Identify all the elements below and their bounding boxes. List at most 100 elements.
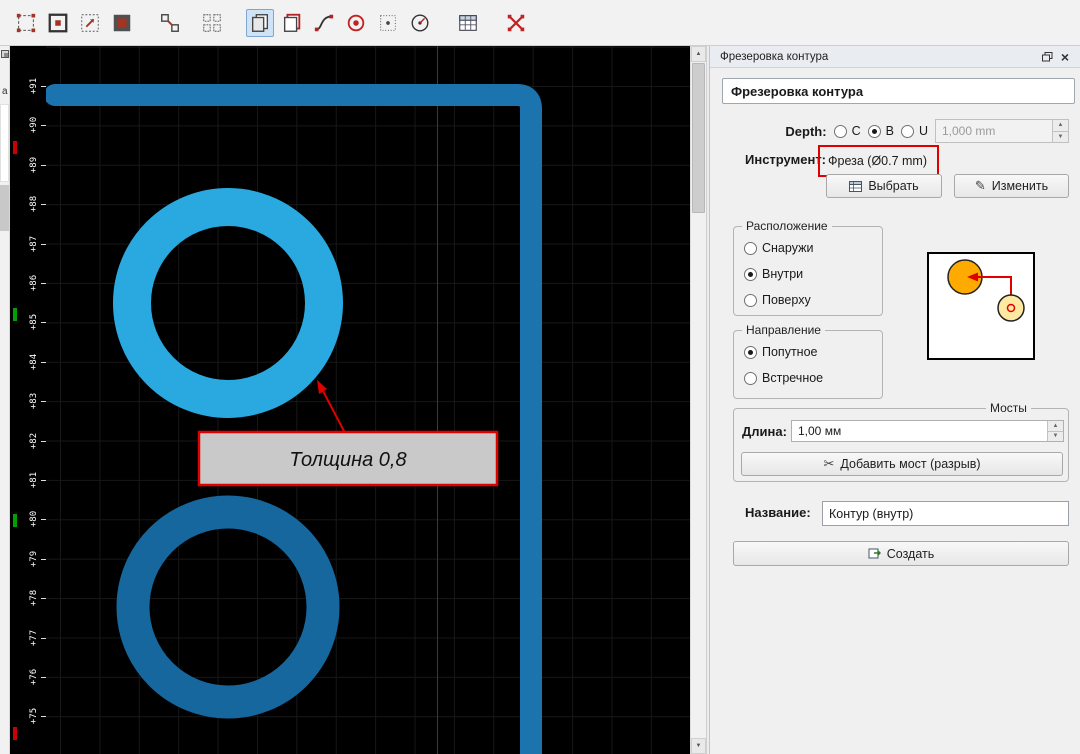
spin-up-icon[interactable]: ▲: [1053, 120, 1068, 132]
spin-up-icon[interactable]: ▲: [1048, 421, 1063, 432]
location-option-on-top[interactable]: Поверху: [744, 293, 882, 307]
copper-ring-bottom: [116, 495, 340, 719]
tool-table-icon[interactable]: [454, 9, 482, 37]
copper-ring-top: [113, 188, 343, 418]
bridge-length-spinbox[interactable]: 1,00 мм ▲ ▼: [791, 420, 1064, 442]
panel-title: Фрезеровка контура: [720, 50, 829, 63]
panelize-icon[interactable]: [198, 9, 226, 37]
name-input[interactable]: Контур (внутр): [822, 501, 1069, 526]
location-option-label: Внутри: [762, 267, 804, 281]
spin-down-icon[interactable]: ▼: [1053, 131, 1068, 142]
dock-tab-label: a: [2, 86, 8, 97]
ruler-mark: [13, 727, 17, 740]
drill-holes-icon[interactable]: [342, 9, 370, 37]
ruler-mark: [13, 514, 17, 527]
radio-icon: [744, 293, 757, 307]
depth-option-label: C: [851, 124, 861, 138]
ruler-label: +90: [29, 117, 39, 134]
depth-label: Depth:: [785, 123, 827, 139]
bridges-group-title: Мосты: [986, 401, 1031, 415]
canvas-vertical-scrollbar[interactable]: ▲ ▼: [690, 46, 706, 754]
spin-down-icon[interactable]: ▼: [1048, 431, 1063, 441]
bridge-length-value[interactable]: 1,00 мм: [792, 421, 1047, 441]
bridge-length-label: Длина:: [742, 424, 787, 439]
panel-title-bar[interactable]: Фрезеровка контура ×: [710, 46, 1080, 68]
pads-region-icon[interactable]: [374, 9, 402, 37]
location-group-title: Расположение: [742, 219, 832, 233]
contour-milling-icon[interactable]: [246, 8, 274, 37]
direction-group-title: Направление: [742, 323, 825, 337]
rubout-icon[interactable]: [406, 9, 434, 37]
scroll-down-icon[interactable]: ▼: [691, 738, 706, 754]
tool-select-button[interactable]: Выбрать: [826, 174, 942, 198]
radio-icon: [744, 371, 757, 385]
float-panel-icon[interactable]: [1038, 49, 1056, 65]
ruler-label: +86: [29, 274, 39, 292]
expand-selection-icon[interactable]: [76, 9, 104, 37]
depth-option-b[interactable]: B: [867, 124, 894, 138]
footprint-select-icon[interactable]: [12, 9, 40, 37]
location-option-inside[interactable]: Внутри: [744, 267, 882, 281]
name-value: Контур (внутр): [829, 506, 914, 521]
align-components-icon[interactable]: [156, 9, 184, 37]
invert-layer-icon[interactable]: [108, 9, 136, 37]
ruler-label: +76: [29, 668, 39, 686]
direction-option-climb[interactable]: Попутное: [744, 345, 882, 359]
operation-header: Фрезеровка контура: [722, 78, 1075, 104]
ruler-label: +91: [29, 77, 39, 95]
tool-value: Фреза (Ø0.7 mm): [828, 154, 928, 168]
depth-option-c[interactable]: C: [833, 124, 861, 138]
radio-icon: [744, 241, 757, 255]
radio-icon: [900, 124, 914, 138]
board-outline-icon[interactable]: [44, 9, 72, 37]
application-window: a +91 +90 +89 +88 +87 +86 +85 +84 +83 +82 +81 +80 +7…: [0, 0, 1080, 754]
depth-value: 1,000 mm: [942, 124, 996, 138]
ruler-label: +79: [29, 550, 39, 567]
dock-panel-icon[interactable]: [1, 50, 9, 58]
main-toolbar: [0, 0, 1080, 46]
location-groupbox: Расположение Снаружи Внутри Поверху: [733, 219, 883, 316]
spline-tool-icon[interactable]: [310, 9, 338, 37]
ruler-label: +81: [29, 471, 39, 489]
create-button[interactable]: Создать: [733, 541, 1069, 566]
canvas-ruler: +91 +90 +89 +88 +87 +86 +85 +84 +83 +82 +81 +80 +79 +…: [10, 46, 46, 754]
ruler-label: +80: [29, 511, 39, 528]
add-bridge-label: Добавить мост (разрыв): [840, 457, 981, 471]
dock-segment-scroll[interactable]: [0, 185, 9, 231]
ruler-label: +78: [29, 590, 39, 607]
main-area: a +91 +90 +89 +88 +87 +86 +85 +84 +83 +82 +81 +80 +7…: [0, 46, 1080, 754]
radio-icon: [867, 124, 881, 138]
direction-option-label: Встречное: [762, 371, 824, 385]
tool-select-label: Выбрать: [868, 179, 919, 193]
toolbar-group-milling: [246, 8, 438, 37]
depth-value-spinbox: 1,000 mm ▲ ▼: [935, 119, 1069, 143]
ruler-mark: [13, 141, 17, 154]
location-option-outside[interactable]: Снаружи: [744, 241, 882, 255]
create-icon: [868, 548, 881, 559]
pcb-canvas[interactable]: Толщина 0,8: [46, 46, 690, 754]
scroll-up-icon[interactable]: ▲: [691, 46, 706, 62]
scrollbar-thumb[interactable]: [692, 63, 705, 213]
dispense-icon[interactable]: [502, 9, 530, 37]
depth-option-u[interactable]: U: [900, 124, 928, 138]
ruler-label: +77: [29, 629, 39, 646]
location-option-label: Снаружи: [762, 241, 814, 255]
radio-icon: [744, 345, 757, 359]
left-dock-strip[interactable]: a: [0, 46, 10, 754]
close-panel-icon[interactable]: ×: [1056, 49, 1074, 65]
dock-segment: [0, 104, 9, 182]
ruler-mark: [13, 308, 17, 321]
isolation-milling-icon[interactable]: [278, 9, 306, 37]
radio-icon: [744, 267, 757, 281]
direction-option-conventional[interactable]: Встречное: [744, 371, 882, 385]
depth-option-label: U: [918, 124, 928, 138]
ruler-label: +88: [29, 196, 39, 213]
tool-edit-button[interactable]: ✎ Изменить: [954, 174, 1069, 198]
ruler-label: +89: [29, 156, 39, 173]
ruler-label: +82: [29, 432, 39, 449]
pencil-icon: ✎: [974, 178, 986, 193]
milling-preview-diagram: [927, 252, 1035, 360]
depth-row: Depth: C B U 1,000 mm ▲ ▼: [710, 119, 1069, 143]
depth-option-label: B: [885, 124, 894, 138]
add-bridge-button[interactable]: ✂ Добавить мост (разрыв): [741, 452, 1063, 476]
